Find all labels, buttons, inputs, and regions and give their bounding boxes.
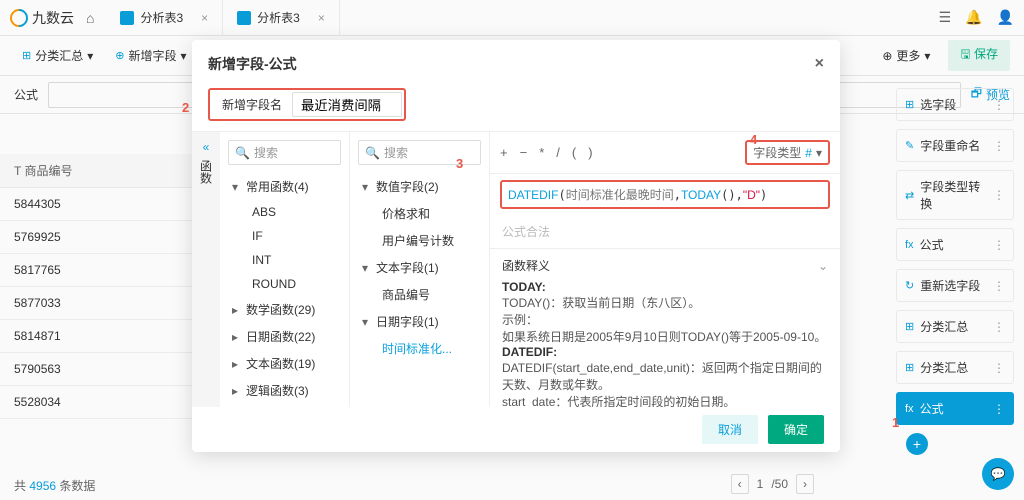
tree-group[interactable]: ▸日期函数(22) (228, 323, 341, 350)
modal-close-icon[interactable]: × (815, 55, 824, 73)
tree-group[interactable]: ▸数学函数(29) (228, 296, 341, 323)
field-tree: 🔍 搜索 ▾数值字段(2) 价格求和 用户编号计数 ▾文本字段(1) 商品编号 … (350, 132, 490, 407)
tree-leaf[interactable]: 用户编号计数 (358, 227, 481, 254)
tree-group[interactable]: ▾日期字段(1) (358, 308, 481, 335)
op-lparen[interactable]: ( (572, 145, 576, 160)
annotation-1: 1 (892, 415, 899, 430)
chat-fab[interactable]: 💬 (982, 458, 1014, 490)
func-label: 函数 (198, 160, 215, 184)
field-name-row: 新增字段名 (192, 88, 840, 131)
op-rparen[interactable]: ) (588, 145, 592, 160)
tree-group[interactable]: ▾文本字段(1) (358, 254, 481, 281)
annotation-3: 3 (456, 156, 463, 171)
tree-leaf[interactable]: ABS (228, 200, 341, 224)
tree-group[interactable]: ▾常用函数(4) (228, 173, 341, 200)
add-field-modal: 新增字段-公式 × 新增字段名 « 函数 🔍 搜索 ▾常用函数(4) ABS I… (192, 40, 840, 452)
field-name-input[interactable] (292, 92, 402, 117)
field-name-label: 新增字段名 (212, 92, 292, 117)
cancel-button[interactable]: 取消 (702, 415, 758, 444)
formula-status: 公式合法 (490, 215, 840, 249)
tree-group[interactable]: ▸文本函数(19) (228, 350, 341, 377)
tree-leaf[interactable]: 价格求和 (358, 200, 481, 227)
annotation-4: 4 (750, 132, 757, 147)
collapse-icon[interactable]: « (203, 140, 210, 154)
function-tree: 🔍 搜索 ▾常用函数(4) ABS IF INT ROUND ▸数学函数(29)… (220, 132, 350, 407)
annotation-2: 2 (182, 100, 189, 115)
operator-bar: + − * / ( ) 字段类型 #▾ (490, 132, 840, 174)
tree-leaf[interactable]: INT (228, 248, 341, 272)
tree-leaf[interactable]: 商品编号 (358, 281, 481, 308)
func-search[interactable]: 🔍 搜索 (228, 140, 341, 165)
modal-footer: 取消 确定 (192, 407, 840, 452)
modal-title: 新增字段-公式 (208, 54, 297, 74)
tree-leaf[interactable]: IF (228, 224, 341, 248)
formula-editor: + − * / ( ) 字段类型 #▾ DATEDIF(时间标准化最晚时间,TO… (490, 132, 840, 407)
modal-body: « 函数 🔍 搜索 ▾常用函数(4) ABS IF INT ROUND ▸数学函… (192, 131, 840, 407)
formula-expression[interactable]: DATEDIF(时间标准化最晚时间,TODAY(),"D") (500, 180, 830, 209)
tree-group[interactable]: ▾数值字段(2) (358, 173, 481, 200)
op-div[interactable]: / (556, 145, 560, 160)
op-minus[interactable]: − (520, 145, 528, 160)
number-icon: # (805, 146, 812, 160)
chevron-down-icon[interactable]: ⌄ (818, 259, 828, 273)
modal-header: 新增字段-公式 × (192, 40, 840, 88)
function-doc: 函数释义⌄ TODAY: TODAY()：获取当前日期（东八区）。 示例： 如果… (490, 249, 840, 407)
op-mul[interactable]: * (539, 145, 544, 160)
field-type-selector[interactable]: 字段类型 #▾ (745, 140, 830, 165)
tree-leaf-selected[interactable]: 时间标准化... (358, 335, 481, 362)
tree-group[interactable]: ▸逻辑函数(3) (228, 377, 341, 404)
tree-leaf[interactable]: ROUND (228, 272, 341, 296)
op-plus[interactable]: + (500, 145, 508, 160)
func-sidebar: « 函数 (192, 132, 220, 407)
ok-button[interactable]: 确定 (768, 415, 824, 444)
